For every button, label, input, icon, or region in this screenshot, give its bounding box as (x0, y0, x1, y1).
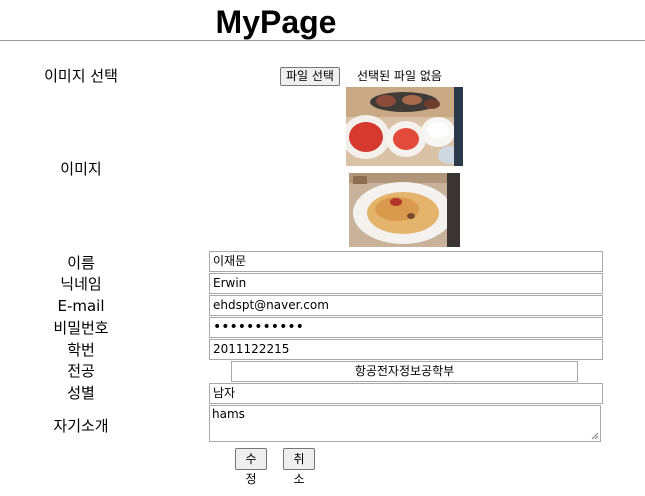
intro-textarea[interactable]: hams (209, 405, 601, 442)
nickname-input[interactable]: Erwin (209, 273, 603, 294)
email-label: E-mail (57, 297, 105, 315)
cancel-button[interactable]: 취소 (283, 448, 315, 486)
image-label: 이미지 (60, 160, 102, 178)
mypage: MyPage 이미지 선택 파일 선택 선택된 파일 없음 이미지 이름 이재문… (0, 0, 645, 496)
intro-label: 자기소개 (53, 417, 109, 435)
major-input[interactable]: 항공전자정보공학부 (231, 361, 578, 382)
food-photo-1-graphic (346, 87, 463, 166)
image-select-label: 이미지 선택 (44, 67, 118, 85)
food-photo-1 (346, 87, 463, 166)
file-select-button[interactable]: 파일 선택 (280, 67, 340, 86)
resize-grip-icon[interactable] (591, 432, 599, 440)
student-id-input[interactable]: 2011122215 (209, 339, 603, 360)
title-divider (0, 40, 645, 41)
page-title: MyPage (215, 4, 337, 40)
submit-button[interactable]: 수정 (235, 448, 267, 486)
major-label: 전공 (67, 362, 95, 380)
password-input[interactable]: ••••••••••• (209, 317, 603, 338)
food-photo-2-graphic (349, 173, 460, 247)
gender-label: 성별 (67, 384, 95, 402)
file-status-text: 선택된 파일 없음 (357, 69, 442, 83)
password-label: 비밀번호 (53, 319, 109, 337)
nickname-label: 닉네임 (60, 275, 102, 293)
intro-text: hams (212, 407, 245, 421)
student-id-label: 학번 (67, 341, 95, 359)
name-input[interactable]: 이재문 (209, 251, 603, 272)
food-photo-2 (349, 173, 460, 247)
email-input[interactable]: ehdspt@naver.com (209, 295, 603, 316)
name-label: 이름 (67, 254, 95, 272)
gender-input[interactable]: 남자 (209, 383, 603, 404)
